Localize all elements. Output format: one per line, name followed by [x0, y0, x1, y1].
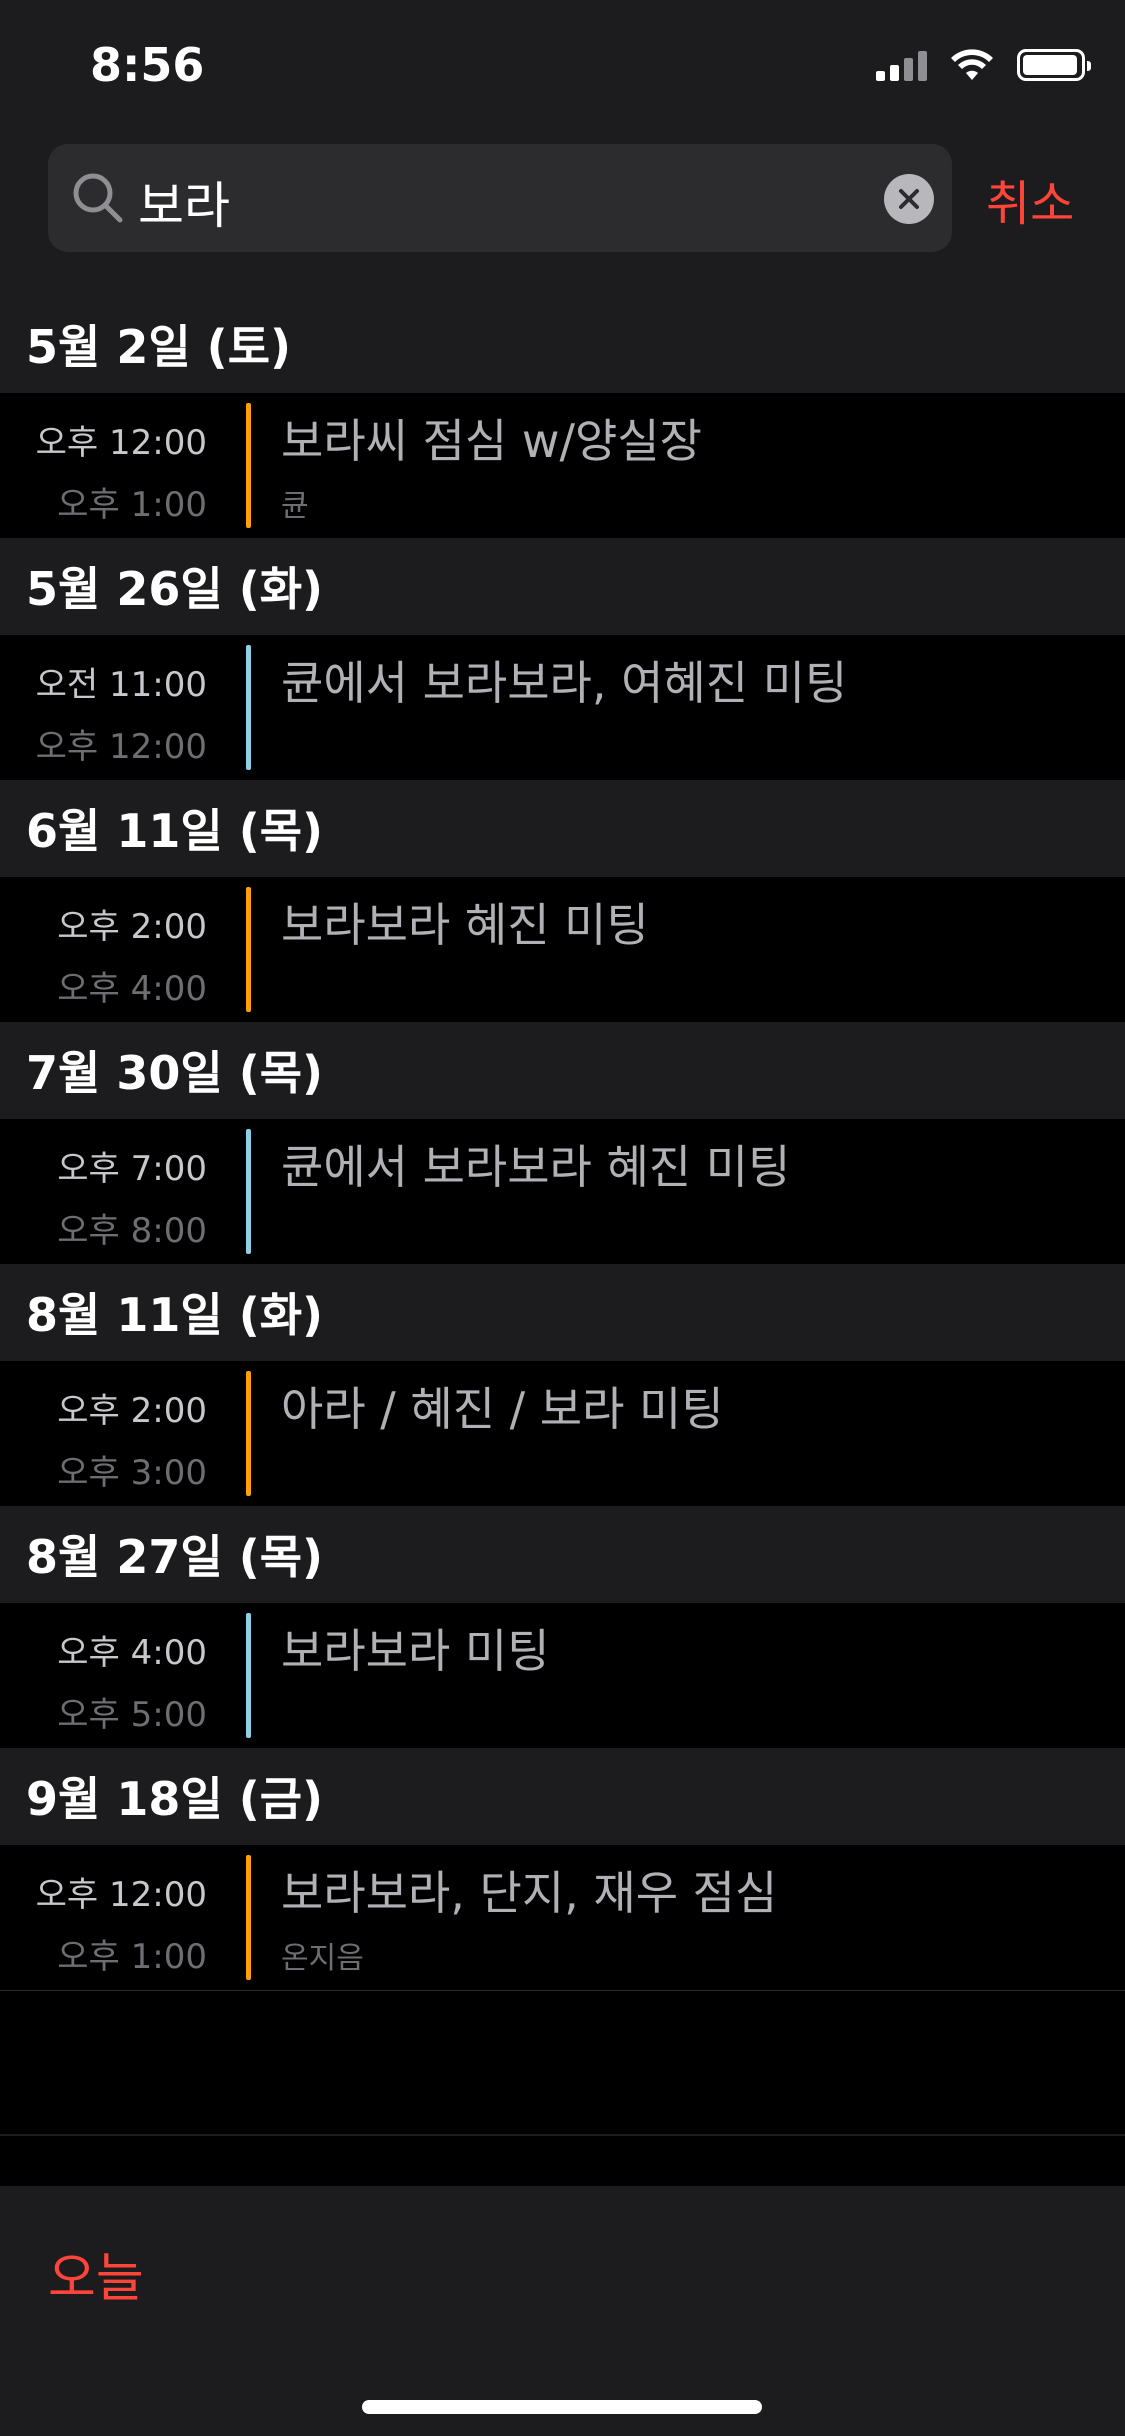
calendar-color-bar	[246, 887, 251, 1012]
calendar-color-bar	[246, 645, 251, 770]
calendar-color-bar	[246, 1129, 251, 1254]
event-start-time: 오후 7:00	[57, 1149, 207, 1189]
event-start-time: 오전 11:00	[35, 665, 207, 705]
event-title: 아라 / 혜진 / 보라 미팅	[281, 1382, 724, 1436]
event-row[interactable]: 오후 12:00 오후 1:00 보라씨 점심 w/양실장 큔	[0, 392, 1125, 538]
event-row[interactable]: 오후 2:00 오후 4:00 보라보라 혜진 미팅	[0, 876, 1125, 1022]
event-end-time: 오후 4:00	[57, 969, 207, 1009]
event-end-time: 오후 8:00	[57, 1211, 207, 1251]
section-date: 6월 11일 (목)	[26, 804, 324, 858]
status-icons	[876, 48, 1091, 82]
event-start-time: 오후 4:00	[57, 1633, 207, 1673]
section-date: 8월 11일 (화)	[26, 1288, 324, 1342]
event-title: 큔에서 보라보라 혜진 미팅	[281, 1140, 791, 1194]
clear-search-button[interactable]	[884, 174, 934, 224]
event-start-time: 오후 2:00	[57, 907, 207, 947]
event-start-time: 오후 12:00	[35, 423, 207, 463]
calendar-search-screen: 8:56 보라 취소 5월 2일 (토) 오후 12:00 오후 1:00 보라…	[0, 0, 1125, 2436]
event-start-time: 오후 2:00	[57, 1391, 207, 1431]
event-end-time: 오후 1:00	[57, 1937, 207, 1977]
event-end-time: 오후 5:00	[57, 1695, 207, 1735]
event-row[interactable]: 오후 7:00 오후 8:00 큔에서 보라보라 혜진 미팅	[0, 1118, 1125, 1264]
today-button[interactable]: 오늘	[48, 2236, 144, 2311]
calendar-color-bar	[246, 1855, 251, 1980]
event-end-time: 오후 12:00	[35, 727, 207, 767]
search-input[interactable]: 보라	[138, 166, 230, 238]
calendar-color-bar	[246, 1613, 251, 1738]
event-title: 보라씨 점심 w/양실장	[281, 414, 702, 468]
status-bar: 8:56	[0, 0, 1125, 140]
calendar-color-bar	[246, 1371, 251, 1496]
calendar-color-bar	[246, 403, 251, 528]
search-field[interactable]: 보라	[48, 144, 952, 252]
event-start-time: 오후 12:00	[35, 1875, 207, 1915]
section-header: 8월 27일 (목)	[0, 1506, 1125, 1602]
battery-icon	[1017, 49, 1091, 81]
event-title: 큔에서 보라보라, 여혜진 미팅	[281, 656, 848, 710]
search-header: 보라 취소	[0, 140, 1125, 296]
section-header: 8월 11일 (화)	[0, 1264, 1125, 1360]
cancel-button[interactable]: 취소	[986, 164, 1074, 234]
status-time: 8:56	[90, 38, 205, 92]
section-header: 5월 26일 (화)	[0, 538, 1125, 634]
event-end-time: 오후 3:00	[57, 1453, 207, 1493]
event-location: 큔	[281, 489, 309, 524]
section-date: 8월 27일 (목)	[26, 1530, 324, 1584]
event-row[interactable]: 오후 2:00 오후 3:00 아라 / 혜진 / 보라 미팅	[0, 1360, 1125, 1506]
search-results-list: 5월 2일 (토) 오후 12:00 오후 1:00 보라씨 점심 w/양실장 …	[0, 296, 1125, 2136]
section-date: 5월 26일 (화)	[26, 562, 324, 616]
event-row[interactable]: 오후 4:00 오후 5:00 보라보라 미팅	[0, 1602, 1125, 1748]
section-header: 9월 18일 (금)	[0, 1748, 1125, 1844]
home-indicator[interactable]	[362, 2400, 762, 2414]
wifi-icon	[951, 49, 993, 80]
bottom-toolbar: 오늘	[0, 2186, 1125, 2436]
event-location: 온지음	[281, 1941, 364, 1976]
event-end-time: 오후 1:00	[57, 485, 207, 525]
event-title: 보라보라 혜진 미팅	[281, 898, 649, 952]
section-date: 5월 2일 (토)	[26, 320, 292, 374]
section-header: 6월 11일 (목)	[0, 780, 1125, 876]
event-row[interactable]: 오후 12:00 오후 1:00 보라보라, 단지, 재우 점심 온지음	[0, 1844, 1125, 1990]
close-icon	[899, 189, 919, 209]
cellular-signal-icon	[876, 49, 927, 81]
section-header: 5월 2일 (토)	[0, 296, 1125, 392]
event-title: 보라보라, 단지, 재우 점심	[281, 1866, 778, 1920]
section-date: 7월 30일 (목)	[26, 1046, 324, 1100]
empty-list-row	[0, 1991, 1125, 2136]
event-row[interactable]: 오전 11:00 오후 12:00 큔에서 보라보라, 여혜진 미팅	[0, 634, 1125, 780]
search-icon	[73, 173, 123, 223]
section-header: 7월 30일 (목)	[0, 1022, 1125, 1118]
section-date: 9월 18일 (금)	[26, 1772, 324, 1826]
event-title: 보라보라 미팅	[281, 1624, 550, 1678]
